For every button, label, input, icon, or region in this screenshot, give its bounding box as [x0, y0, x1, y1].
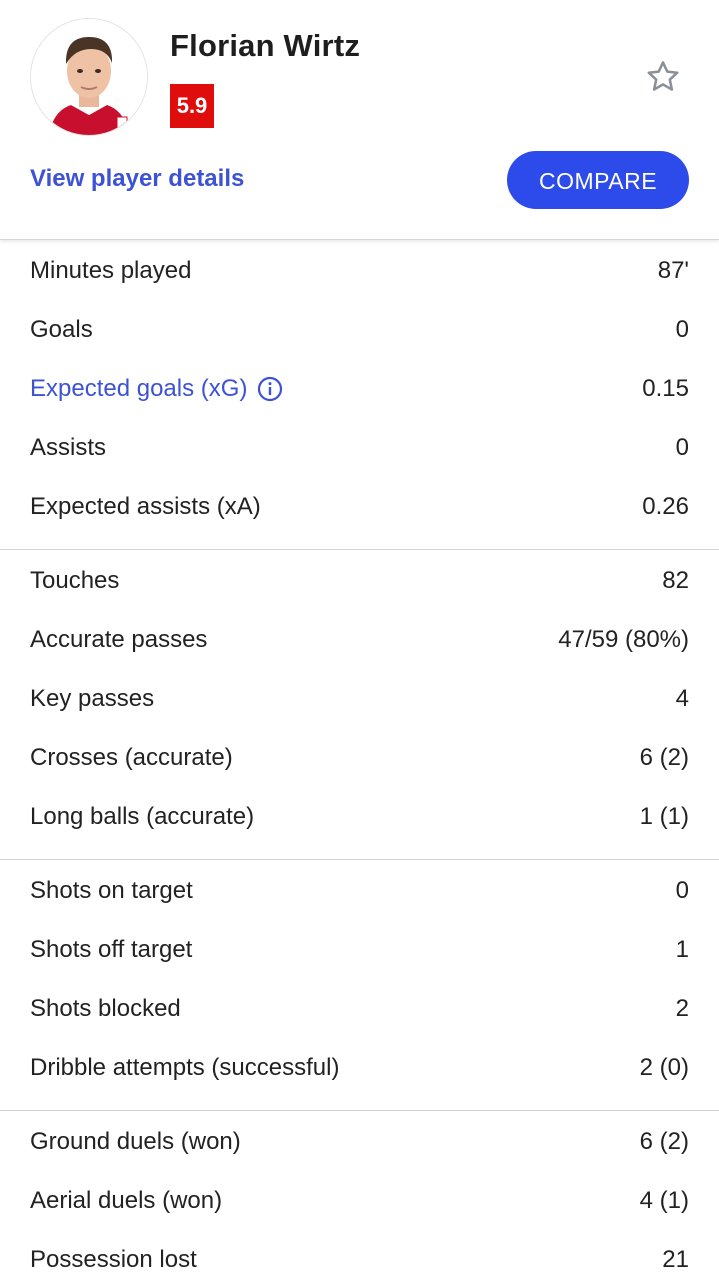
player-header: Florian Wirtz 5.9 View player details CO…: [0, 0, 719, 240]
stat-value: 0: [675, 876, 689, 904]
rating-badge: 5.9: [170, 84, 214, 128]
stat-label: Expected goals (xG): [30, 374, 248, 402]
stat-value: 21: [662, 1245, 689, 1273]
stat-label: Accurate passes: [30, 625, 208, 653]
view-player-details-link[interactable]: View player details: [30, 165, 244, 193]
player-photo-icon: [31, 19, 147, 135]
stat-value: 47/59 (80%): [558, 625, 689, 653]
stat-row: Dribble attempts (successful) 2 (0): [0, 1038, 719, 1097]
stat-row: Shots blocked 2: [0, 979, 719, 1038]
stat-row: Expected assists (xA) 0.26: [0, 477, 719, 536]
stat-value: 1 (1): [639, 802, 689, 830]
stat-group-duels: Ground duels (won) 6 (2) Aerial duels (w…: [0, 1111, 719, 1280]
stat-row: Minutes played 87': [0, 241, 719, 300]
stat-row: Crosses (accurate) 6 (2): [0, 728, 719, 787]
stat-group-general: Minutes played 87' Goals 0 Expected goal…: [0, 240, 719, 550]
stat-label: Touches: [30, 566, 120, 594]
stat-label: Key passes: [30, 684, 155, 712]
stat-value: 1: [675, 935, 689, 963]
stat-label: Dribble attempts (successful): [30, 1053, 340, 1081]
stat-row: Expected goals (xG) 0.15: [0, 359, 719, 418]
stat-group-shooting: Shots on target 0 Shots off target 1 Sho…: [0, 860, 719, 1111]
stat-row: Goals 0: [0, 300, 719, 359]
stat-row: Touches 82: [0, 551, 719, 610]
stat-label: Shots off target: [30, 935, 193, 963]
stat-label: Shots on target: [30, 876, 193, 904]
stat-row: Shots on target 0: [0, 861, 719, 920]
stat-value: 0.26: [642, 492, 689, 520]
stat-label: Expected assists (xA): [30, 492, 261, 520]
player-name: Florian Wirtz: [170, 28, 361, 63]
compare-button[interactable]: COMPARE: [507, 151, 689, 209]
star-icon[interactable]: [644, 58, 682, 96]
stat-label: Possession lost: [30, 1245, 197, 1273]
player-avatar[interactable]: [30, 18, 148, 136]
stat-row: Accurate passes 47/59 (80%): [0, 610, 719, 669]
stat-value: 87': [657, 256, 689, 284]
stat-value: 4 (1): [639, 1186, 689, 1214]
expected-goals-link[interactable]: Expected goals (xG): [30, 375, 283, 403]
stat-label: Long balls (accurate): [30, 802, 255, 830]
stat-value: 82: [662, 566, 689, 594]
stat-row: Shots off target 1: [0, 920, 719, 979]
stat-label: Shots blocked: [30, 994, 181, 1022]
stat-value: 6 (2): [639, 743, 689, 771]
player-stats: Minutes played 87' Goals 0 Expected goal…: [0, 240, 719, 1280]
stat-row: Ground duels (won) 6 (2): [0, 1112, 719, 1171]
info-icon[interactable]: [257, 376, 283, 402]
stat-row: Assists 0: [0, 418, 719, 477]
stat-value: 2 (0): [639, 1053, 689, 1081]
stat-value: 4: [675, 684, 689, 712]
stat-row: Long balls (accurate) 1 (1): [0, 787, 719, 846]
stat-row: Aerial duels (won) 4 (1): [0, 1171, 719, 1230]
stat-value: 2: [675, 994, 689, 1022]
stat-value: 0: [675, 315, 689, 343]
stat-row: Key passes 4: [0, 669, 719, 728]
stat-label: Goals: [30, 315, 93, 343]
stat-label: Ground duels (won): [30, 1127, 241, 1155]
stat-value: 0: [675, 433, 689, 461]
stat-label: Aerial duels (won): [30, 1186, 223, 1214]
stat-label: Minutes played: [30, 256, 192, 284]
stat-value: 6 (2): [639, 1127, 689, 1155]
stat-label: Crosses (accurate): [30, 743, 233, 771]
stat-row: Possession lost 21: [0, 1230, 719, 1280]
stat-group-passing: Touches 82 Accurate passes 47/59 (80%) K…: [0, 550, 719, 860]
stat-label: Assists: [30, 433, 107, 461]
stat-value: 0.15: [642, 374, 689, 402]
